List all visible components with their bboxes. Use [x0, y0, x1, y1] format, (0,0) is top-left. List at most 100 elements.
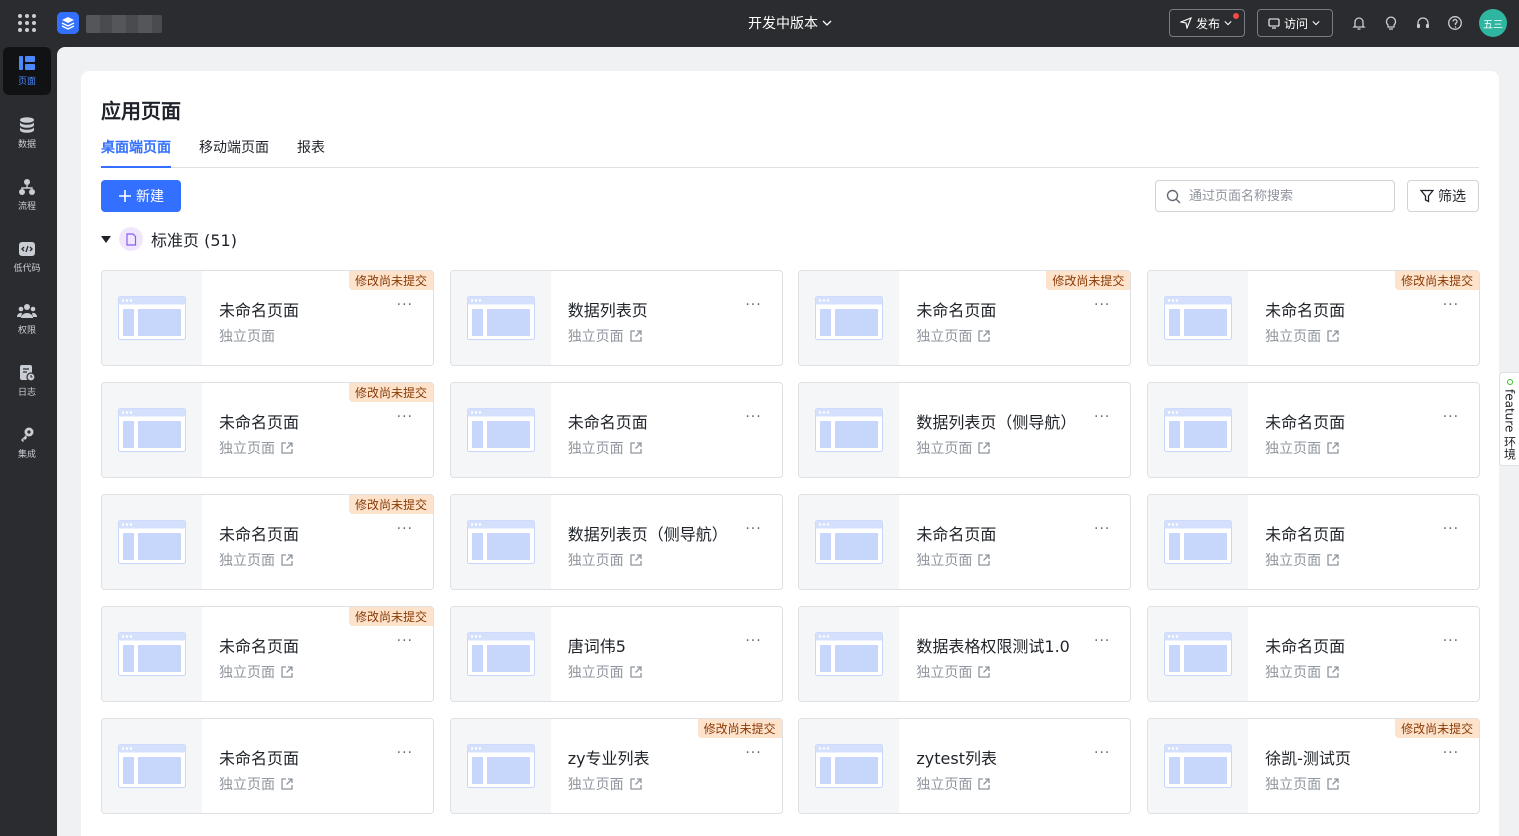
page-card[interactable]: 数据列表页（侧导航） 独立页面 ···: [798, 382, 1132, 478]
visit-button[interactable]: 访问: [1257, 9, 1333, 37]
group-label: 标准页 (51): [151, 231, 237, 250]
more-options-icon[interactable]: ···: [397, 633, 413, 649]
publish-button[interactable]: 发布: [1169, 9, 1245, 37]
headset-icon[interactable]: [1414, 14, 1432, 32]
external-link-icon[interactable]: [629, 665, 643, 679]
main-area: 应用页面 桌面端页面 移动端页面 报表 新建 筛选 标准页 (51) 未命名页面…: [57, 47, 1519, 836]
page-card[interactable]: 未命名页面 独立页面 ···: [101, 718, 434, 814]
more-options-icon[interactable]: ···: [745, 521, 761, 537]
page-card-type-label: 独立页面: [1265, 665, 1322, 681]
external-link-icon[interactable]: [977, 441, 991, 455]
page-card[interactable]: 数据列表页（侧导航） 独立页面 ···: [449, 494, 783, 590]
external-link-icon[interactable]: [977, 777, 991, 791]
tab-mobile-pages[interactable]: 移动端页面: [199, 137, 269, 168]
more-options-icon[interactable]: ···: [745, 297, 761, 313]
page-card-type: 独立页面: [916, 662, 991, 682]
search-input[interactable]: [1189, 188, 1379, 204]
sidebar-item-pages[interactable]: 页面: [3, 47, 51, 95]
page-card[interactable]: zytest列表 独立页面 ···: [798, 718, 1132, 814]
lightbulb-icon[interactable]: [1382, 14, 1400, 32]
new-page-button[interactable]: 新建: [101, 180, 181, 212]
filter-button[interactable]: 筛选: [1407, 180, 1479, 212]
app-grid-icon[interactable]: [18, 14, 36, 32]
page-card[interactable]: 未命名页面 独立页面 ··· 修改尚未提交: [101, 270, 434, 366]
search-icon: [1166, 189, 1181, 203]
more-options-icon[interactable]: ···: [745, 633, 761, 649]
page-card[interactable]: 未命名页面 独立页面 ··· 修改尚未提交: [101, 494, 434, 590]
help-icon[interactable]: [1446, 14, 1464, 32]
external-link-icon[interactable]: [280, 665, 294, 679]
page-card[interactable]: 唐词伟5 独立页面 ···: [449, 606, 783, 702]
tab-reports[interactable]: 报表: [297, 137, 325, 168]
search-box[interactable]: [1155, 180, 1395, 212]
page-card[interactable]: 未命名页面 独立页面 ··· 修改尚未提交: [798, 270, 1132, 366]
external-link-icon[interactable]: [1326, 441, 1340, 455]
more-options-icon[interactable]: ···: [1443, 745, 1459, 761]
page-card[interactable]: 数据列表页 独立页面 ···: [449, 270, 783, 366]
external-link-icon[interactable]: [977, 665, 991, 679]
page-card[interactable]: zy专业列表 独立页面 ··· 修改尚未提交: [449, 718, 783, 814]
external-link-icon[interactable]: [629, 441, 643, 455]
more-options-icon[interactable]: ···: [397, 297, 413, 313]
page-card[interactable]: 未命名页面 独立页面 ··· 修改尚未提交: [1147, 270, 1481, 366]
sidebar-item-logs[interactable]: 日志: [3, 357, 51, 405]
more-options-icon[interactable]: ···: [1094, 633, 1110, 649]
avatar[interactable]: 五三: [1479, 9, 1507, 37]
page-card[interactable]: 未命名页面 独立页面 ···: [1147, 494, 1481, 590]
more-options-icon[interactable]: ···: [1094, 521, 1110, 537]
external-link-icon[interactable]: [629, 777, 643, 791]
more-options-icon[interactable]: ···: [1443, 409, 1459, 425]
sidebar-item-lowcode[interactable]: 低代码: [3, 233, 51, 281]
more-options-icon[interactable]: ···: [1443, 633, 1459, 649]
more-options-icon[interactable]: ···: [397, 409, 413, 425]
page-card[interactable]: 未命名页面 独立页面 ···: [1147, 606, 1481, 702]
more-options-icon[interactable]: ···: [1094, 297, 1110, 313]
more-options-icon[interactable]: ···: [1094, 409, 1110, 425]
external-link-icon[interactable]: [629, 553, 643, 567]
page-card[interactable]: 未命名页面 独立页面 ··· 修改尚未提交: [101, 606, 434, 702]
plus-icon: [119, 190, 131, 202]
external-link-icon[interactable]: [977, 553, 991, 567]
page-card-type-label: 独立页面: [219, 665, 275, 681]
more-options-icon[interactable]: ···: [397, 745, 413, 761]
page-card[interactable]: 徐凯-测试页 独立页面 ··· 修改尚未提交: [1147, 718, 1481, 814]
external-link-icon[interactable]: [1326, 777, 1340, 791]
page-thumbnail-icon: [1148, 607, 1249, 701]
external-link-icon[interactable]: [1326, 665, 1340, 679]
sidebar-item-data[interactable]: 数据: [3, 109, 51, 157]
page-card[interactable]: 未命名页面 独立页面 ···: [798, 494, 1132, 590]
sidebar-item-flow[interactable]: 流程: [3, 171, 51, 219]
sidebar-item-integration[interactable]: 集成: [3, 419, 51, 467]
version-selector[interactable]: 开发中版本: [748, 13, 832, 33]
collapse-caret-icon[interactable]: [101, 235, 111, 243]
app-logo-icon[interactable]: [57, 12, 79, 34]
external-link-icon[interactable]: [280, 553, 294, 567]
external-link-icon[interactable]: [629, 329, 643, 343]
external-link-icon[interactable]: [1326, 553, 1340, 567]
more-options-icon[interactable]: ···: [745, 409, 761, 425]
page-thumbnail-icon: [1148, 719, 1249, 813]
more-options-icon[interactable]: ···: [1443, 521, 1459, 537]
uncommitted-badge: 修改尚未提交: [348, 383, 433, 402]
page-card[interactable]: 数据表格权限测试1.0 独立页面 ···: [798, 606, 1132, 702]
sidebar-item-permissions[interactable]: 权限: [3, 295, 51, 343]
more-options-icon[interactable]: ···: [745, 745, 761, 761]
external-link-icon[interactable]: [280, 441, 294, 455]
bell-icon[interactable]: [1350, 14, 1368, 32]
page-card[interactable]: 未命名页面 独立页面 ··· 修改尚未提交: [101, 382, 434, 478]
feature-env-tab[interactable]: feature 环境: [1499, 372, 1519, 466]
app-name-redacted: [86, 15, 162, 33]
external-link-icon[interactable]: [1326, 329, 1340, 343]
more-options-icon[interactable]: ···: [1094, 745, 1110, 761]
page-card[interactable]: 未命名页面 独立页面 ···: [449, 382, 783, 478]
content-panel: 应用页面 桌面端页面 移动端页面 报表 新建 筛选 标准页 (51) 未命名页面…: [81, 71, 1499, 836]
page-card-name: 未命名页面: [219, 525, 300, 544]
external-link-icon[interactable]: [977, 329, 991, 343]
page-thumbnail-icon: [450, 719, 551, 813]
external-link-icon[interactable]: [280, 777, 294, 791]
more-options-icon[interactable]: ···: [397, 521, 413, 537]
page-card[interactable]: 未命名页面 独立页面 ···: [1147, 382, 1481, 478]
filter-icon: [1420, 189, 1434, 203]
tab-desktop-pages[interactable]: 桌面端页面: [101, 137, 171, 168]
more-options-icon[interactable]: ···: [1443, 297, 1459, 313]
